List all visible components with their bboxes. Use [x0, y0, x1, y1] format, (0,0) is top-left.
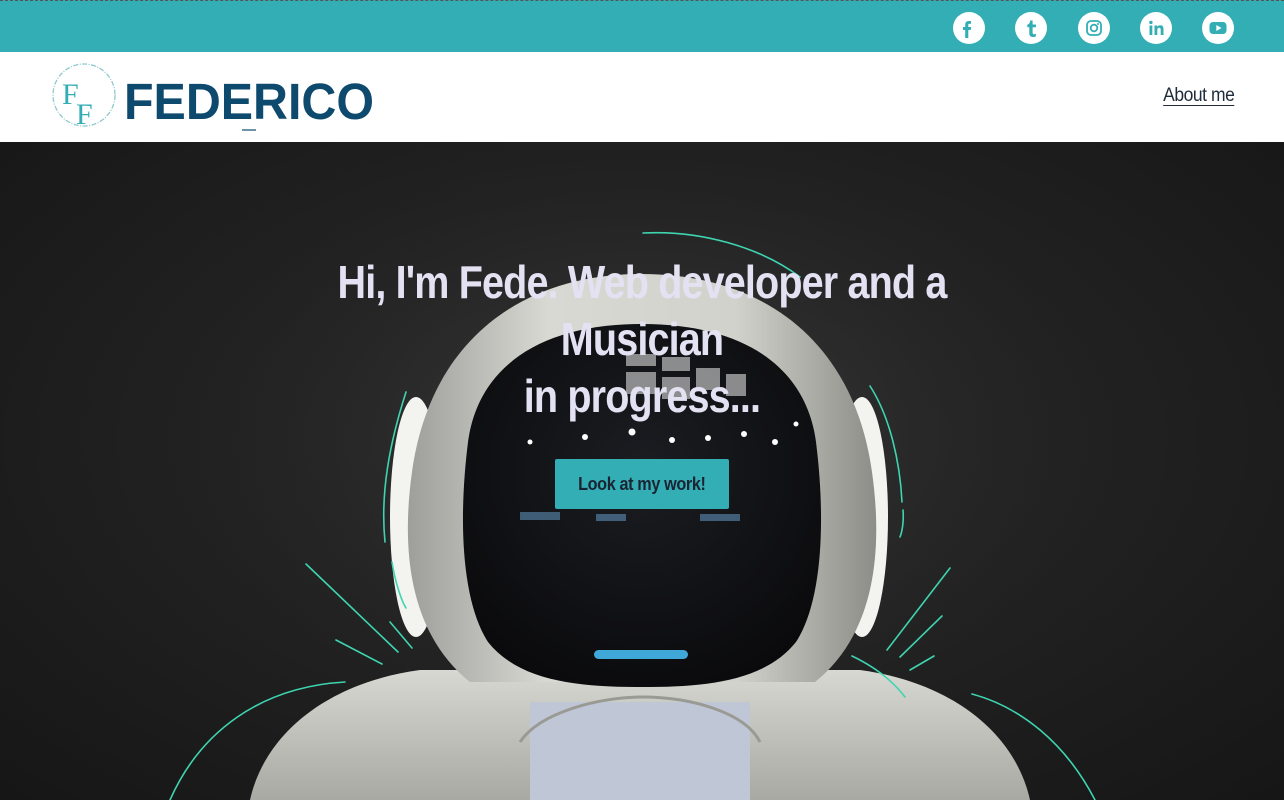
tumblr-link[interactable]: [1015, 12, 1047, 44]
youtube-icon: [1209, 22, 1227, 34]
cta-label: Look at my work!: [578, 473, 706, 494]
hero-headline-line2: in progress...: [523, 370, 761, 422]
youtube-link[interactable]: [1202, 12, 1234, 44]
linkedin-icon: [1149, 20, 1164, 35]
hero-headline-line1: Hi, I'm Fede. Web developer and a Musici…: [337, 256, 947, 365]
svg-text:F: F: [76, 98, 93, 131]
hero-headline: Hi, I'm Fede. Web developer and a Musici…: [255, 254, 1029, 425]
site-header: F F FEDERICO About me: [0, 52, 1284, 142]
facebook-link[interactable]: [953, 12, 985, 44]
facebook-icon: [963, 21, 972, 38]
nav-about-me[interactable]: About me: [1163, 85, 1235, 107]
tumblr-icon: [1027, 20, 1036, 37]
instagram-icon: [1086, 20, 1102, 36]
top-social-bar: [0, 0, 1284, 52]
linkedin-link[interactable]: [1140, 12, 1172, 44]
svg-text:FEDERICO: FEDERICO: [124, 73, 374, 130]
look-at-my-work-button[interactable]: Look at my work!: [555, 459, 729, 509]
instagram-link[interactable]: [1078, 12, 1110, 44]
logo-mark: F F FEDERICO: [52, 63, 374, 131]
hero-section: Hi, I'm Fede. Web developer and a Musici…: [0, 142, 1284, 800]
site-logo[interactable]: F F FEDERICO: [50, 62, 380, 134]
